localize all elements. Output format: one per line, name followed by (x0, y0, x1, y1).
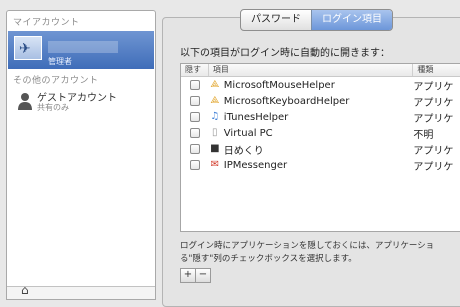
hide-instructions: ログイン時にアプリケーションを隠しておくには、アプリケーショ る"隠す"列のチェ… (180, 240, 434, 266)
hide-checkbox[interactable] (181, 160, 209, 170)
item-kind: アプリケ (413, 161, 454, 173)
item-kind: アプリケ (413, 81, 454, 93)
document-icon: ▯ (212, 127, 218, 138)
table-header: 隠す 項目 種類 (181, 64, 460, 77)
column-hide[interactable]: 隠す (181, 64, 209, 76)
table-row[interactable]: ⟁ MicrosoftKeyboardHelper アプリケ (181, 93, 460, 109)
table-row[interactable]: ♫ iTunesHelper アプリケ (181, 109, 460, 125)
item-name: iTunesHelper (223, 111, 289, 123)
checkbox-box[interactable] (189, 96, 200, 106)
avatar: ✈ (14, 36, 42, 60)
hide-instructions-line1: ログイン時にアプリケーションを隠しておくには、アプリケーショ (180, 241, 435, 251)
item-kind: アプリケ (413, 97, 454, 109)
column-item[interactable]: 項目 (209, 64, 414, 76)
my-account-header: マイアカウント (13, 18, 80, 28)
login-items-table: 隠す 項目 種類 ⟁ MicrosoftMouseHelper アプリケ ⟁ M… (180, 63, 460, 232)
checkbox-box[interactable] (189, 80, 200, 90)
item-kind: アプリケ (413, 145, 454, 157)
guest-user-icon-shape (18, 93, 32, 110)
checkbox-box[interactable] (189, 128, 200, 138)
tab-login-items[interactable]: ログイン項目 (311, 10, 392, 30)
item-name: IPMessenger (223, 159, 288, 171)
column-kind[interactable]: 種類 (413, 64, 460, 76)
itunes-helper-icon: ♫ (210, 111, 220, 122)
sidebar-bottom-bar: ⌂ (7, 283, 155, 299)
table-row[interactable]: ✉ IPMessenger アプリケ (181, 157, 460, 173)
tab-bar: パスワード ログイン項目 (240, 9, 393, 31)
hide-checkbox[interactable] (181, 112, 209, 122)
tab-password[interactable]: パスワード (241, 10, 311, 30)
calendar-icon: ■ (210, 143, 220, 154)
user-name-bar (48, 41, 118, 53)
guest-user-icon (17, 92, 33, 110)
add-item-button[interactable]: + (180, 268, 196, 283)
item-name: MicrosoftMouseHelper (223, 79, 335, 91)
user-role: 管理者 (48, 57, 72, 66)
item-kind: アプリケ (413, 113, 454, 125)
item-name: Virtual PC (223, 127, 273, 139)
remove-item-button[interactable]: − (196, 268, 211, 283)
checkbox-box[interactable] (189, 144, 200, 154)
ipmessenger-icon: ✉ (210, 159, 219, 170)
hide-checkbox[interactable] (181, 80, 209, 90)
hide-instructions-line2: る"隠す"列のチェックボックスを選択します。 (180, 254, 357, 264)
add-remove-buttons: + − (180, 268, 211, 283)
item-name: MicrosoftKeyboardHelper (223, 95, 350, 107)
accounts-sidebar: マイアカウント ✈ 管理者 その他のアカウント ゲストアカウント 共有のみ ⌂ (6, 10, 156, 300)
intro-text: 以下の項目がログイン時に自動的に開きます： (180, 48, 390, 59)
hide-checkbox[interactable] (181, 96, 209, 106)
current-user-item[interactable]: ✈ 管理者 (8, 31, 154, 69)
table-row[interactable]: ⟁ MicrosoftMouseHelper アプリケ (181, 77, 460, 93)
login-options-house-icon[interactable]: ⌂ (21, 283, 29, 297)
user-picture-icon: ✈ (19, 41, 31, 57)
guest-account-item[interactable]: ゲストアカウント 共有のみ (13, 89, 153, 117)
mouse-helper-icon: ⟁ (210, 79, 220, 90)
keyboard-helper-icon: ⟁ (210, 95, 220, 106)
hide-checkbox[interactable] (181, 128, 209, 138)
table-row[interactable]: ▯ Virtual PC 不明 (181, 125, 460, 141)
other-accounts-header: その他のアカウント (13, 76, 99, 86)
table-row[interactable]: ■ 日めくり アプリケ (181, 141, 460, 157)
checkbox-box[interactable] (189, 112, 200, 122)
hide-checkbox[interactable] (181, 144, 209, 154)
item-name: 日めくり (223, 145, 264, 157)
checkbox-box[interactable] (189, 160, 200, 170)
guest-account-status: 共有のみ (37, 103, 69, 112)
item-kind: 不明 (413, 129, 434, 141)
